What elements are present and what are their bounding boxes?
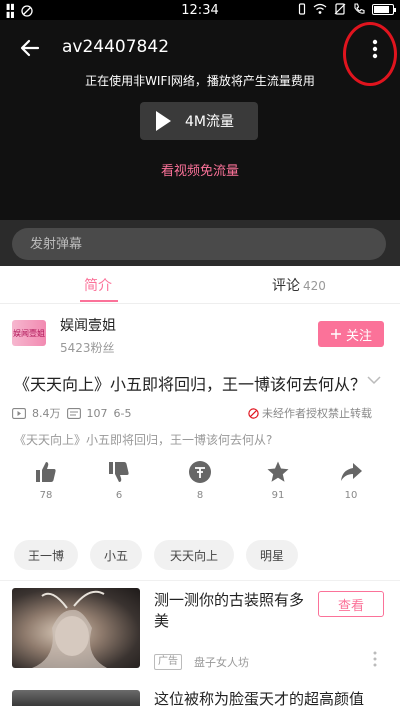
ad-source: 盘子女人坊 [194,656,249,669]
active-tab-indicator [80,300,118,302]
no-reprint-text: 未经作者授权禁止转载 [262,407,372,420]
danmaku-count-icon [66,407,81,419]
thumbnail-art [32,590,107,668]
favorite-count: 91 [271,490,285,501]
chevron-down-icon[interactable] [366,374,382,386]
related-thumbnail[interactable] [12,690,140,706]
view-button[interactable]: 查看 [318,591,384,617]
thumbs-up-icon [36,462,56,482]
thumbs-down-icon [109,462,129,482]
play-with-data-button[interactable]: 4M流量 [140,102,258,140]
coin-icon [189,461,211,483]
play-button-label: 4M流量 [185,114,234,130]
publish-date: 6-5 [113,406,132,420]
danmaku-input[interactable] [12,228,386,260]
prohibit-icon [248,407,259,419]
dislike-count: 6 [115,490,123,501]
back-arrow-icon[interactable] [18,36,42,60]
uploader-fans: 5423粉丝 [60,341,115,355]
status-bar: ▮▮ ▮▮ 12:34 [0,0,400,20]
favorite-button[interactable]: 91 [258,460,298,501]
related-thumbnail[interactable] [12,588,140,668]
plus-icon [330,329,341,339]
free-data-link[interactable]: 看视频免流量 [0,160,400,179]
detail-tabs: 简介 评论 420 [0,266,400,304]
tab-comments[interactable]: 评论 420 [272,275,326,295]
wifi-icon [313,3,327,14]
danmaku-bar [0,220,400,266]
comments-count: 420 [303,279,326,293]
share-count: 10 [344,490,358,501]
star-icon [267,461,289,482]
data-usage-notice: 正在使用非WIFI网络，播放将产生流量费用 [85,74,315,88]
ad-badge: 广告 [154,654,182,670]
action-bar: 78 6 8 91 10 [0,460,400,516]
avatar[interactable]: 娱闻壹姐 [12,320,46,346]
play-icon [156,111,171,131]
no-sim-icon [334,3,346,15]
tab-comments-label: 评论 [272,278,300,294]
view-count: 8.4万 [32,407,61,420]
tab-intro[interactable]: 简介 [84,275,112,295]
coin-button[interactable]: 8 [180,460,220,501]
tag-item[interactable]: 王一博 [14,540,78,570]
video-description: 《天天向上》小五即将回归，王一博该何去何从? [14,433,273,447]
avatar-logo-text: 娱闻壹姐 [13,328,45,338]
play-count-icon [12,407,26,419]
video-id-title: av24407842 [62,37,170,57]
more-vertical-icon[interactable] [360,34,390,64]
more-vertical-icon[interactable] [370,650,380,668]
tag-item[interactable]: 天天向上 [154,540,234,570]
video-stats: 8.4万 107 6-5 [12,405,131,421]
like-count: 78 [39,490,53,501]
divider [0,580,400,581]
danmaku-count: 107 [86,406,108,420]
video-title: 《天天向上》小五即将回归，王一博该何去何从？ [14,375,364,394]
tag-item[interactable]: 小五 [90,540,142,570]
call-icon [354,3,365,14]
coin-count: 8 [196,490,204,501]
related-title[interactable]: 测一测你的古装照有多美 [154,590,312,632]
share-button[interactable]: 10 [331,460,371,501]
like-button[interactable]: 78 [26,460,66,501]
related-title[interactable]: 这位被称为脸蛋天才的超高颜值 [154,688,394,706]
uploader-name[interactable]: 娱闻壹姐 [60,315,116,335]
video-player[interactable]: av24407842 正在使用非WIFI网络，播放将产生流量费用 4M流量 看视… [0,20,400,220]
no-reprint-notice: 未经作者授权禁止转载 [248,405,372,421]
share-icon [341,463,362,481]
dislike-button[interactable]: 6 [99,460,139,501]
battery-icon [372,3,396,15]
vibrate-icon [298,3,306,15]
follow-label: 关注 [345,328,372,344]
tag-item[interactable]: 明星 [246,540,298,570]
follow-button[interactable]: 关注 [318,321,384,347]
